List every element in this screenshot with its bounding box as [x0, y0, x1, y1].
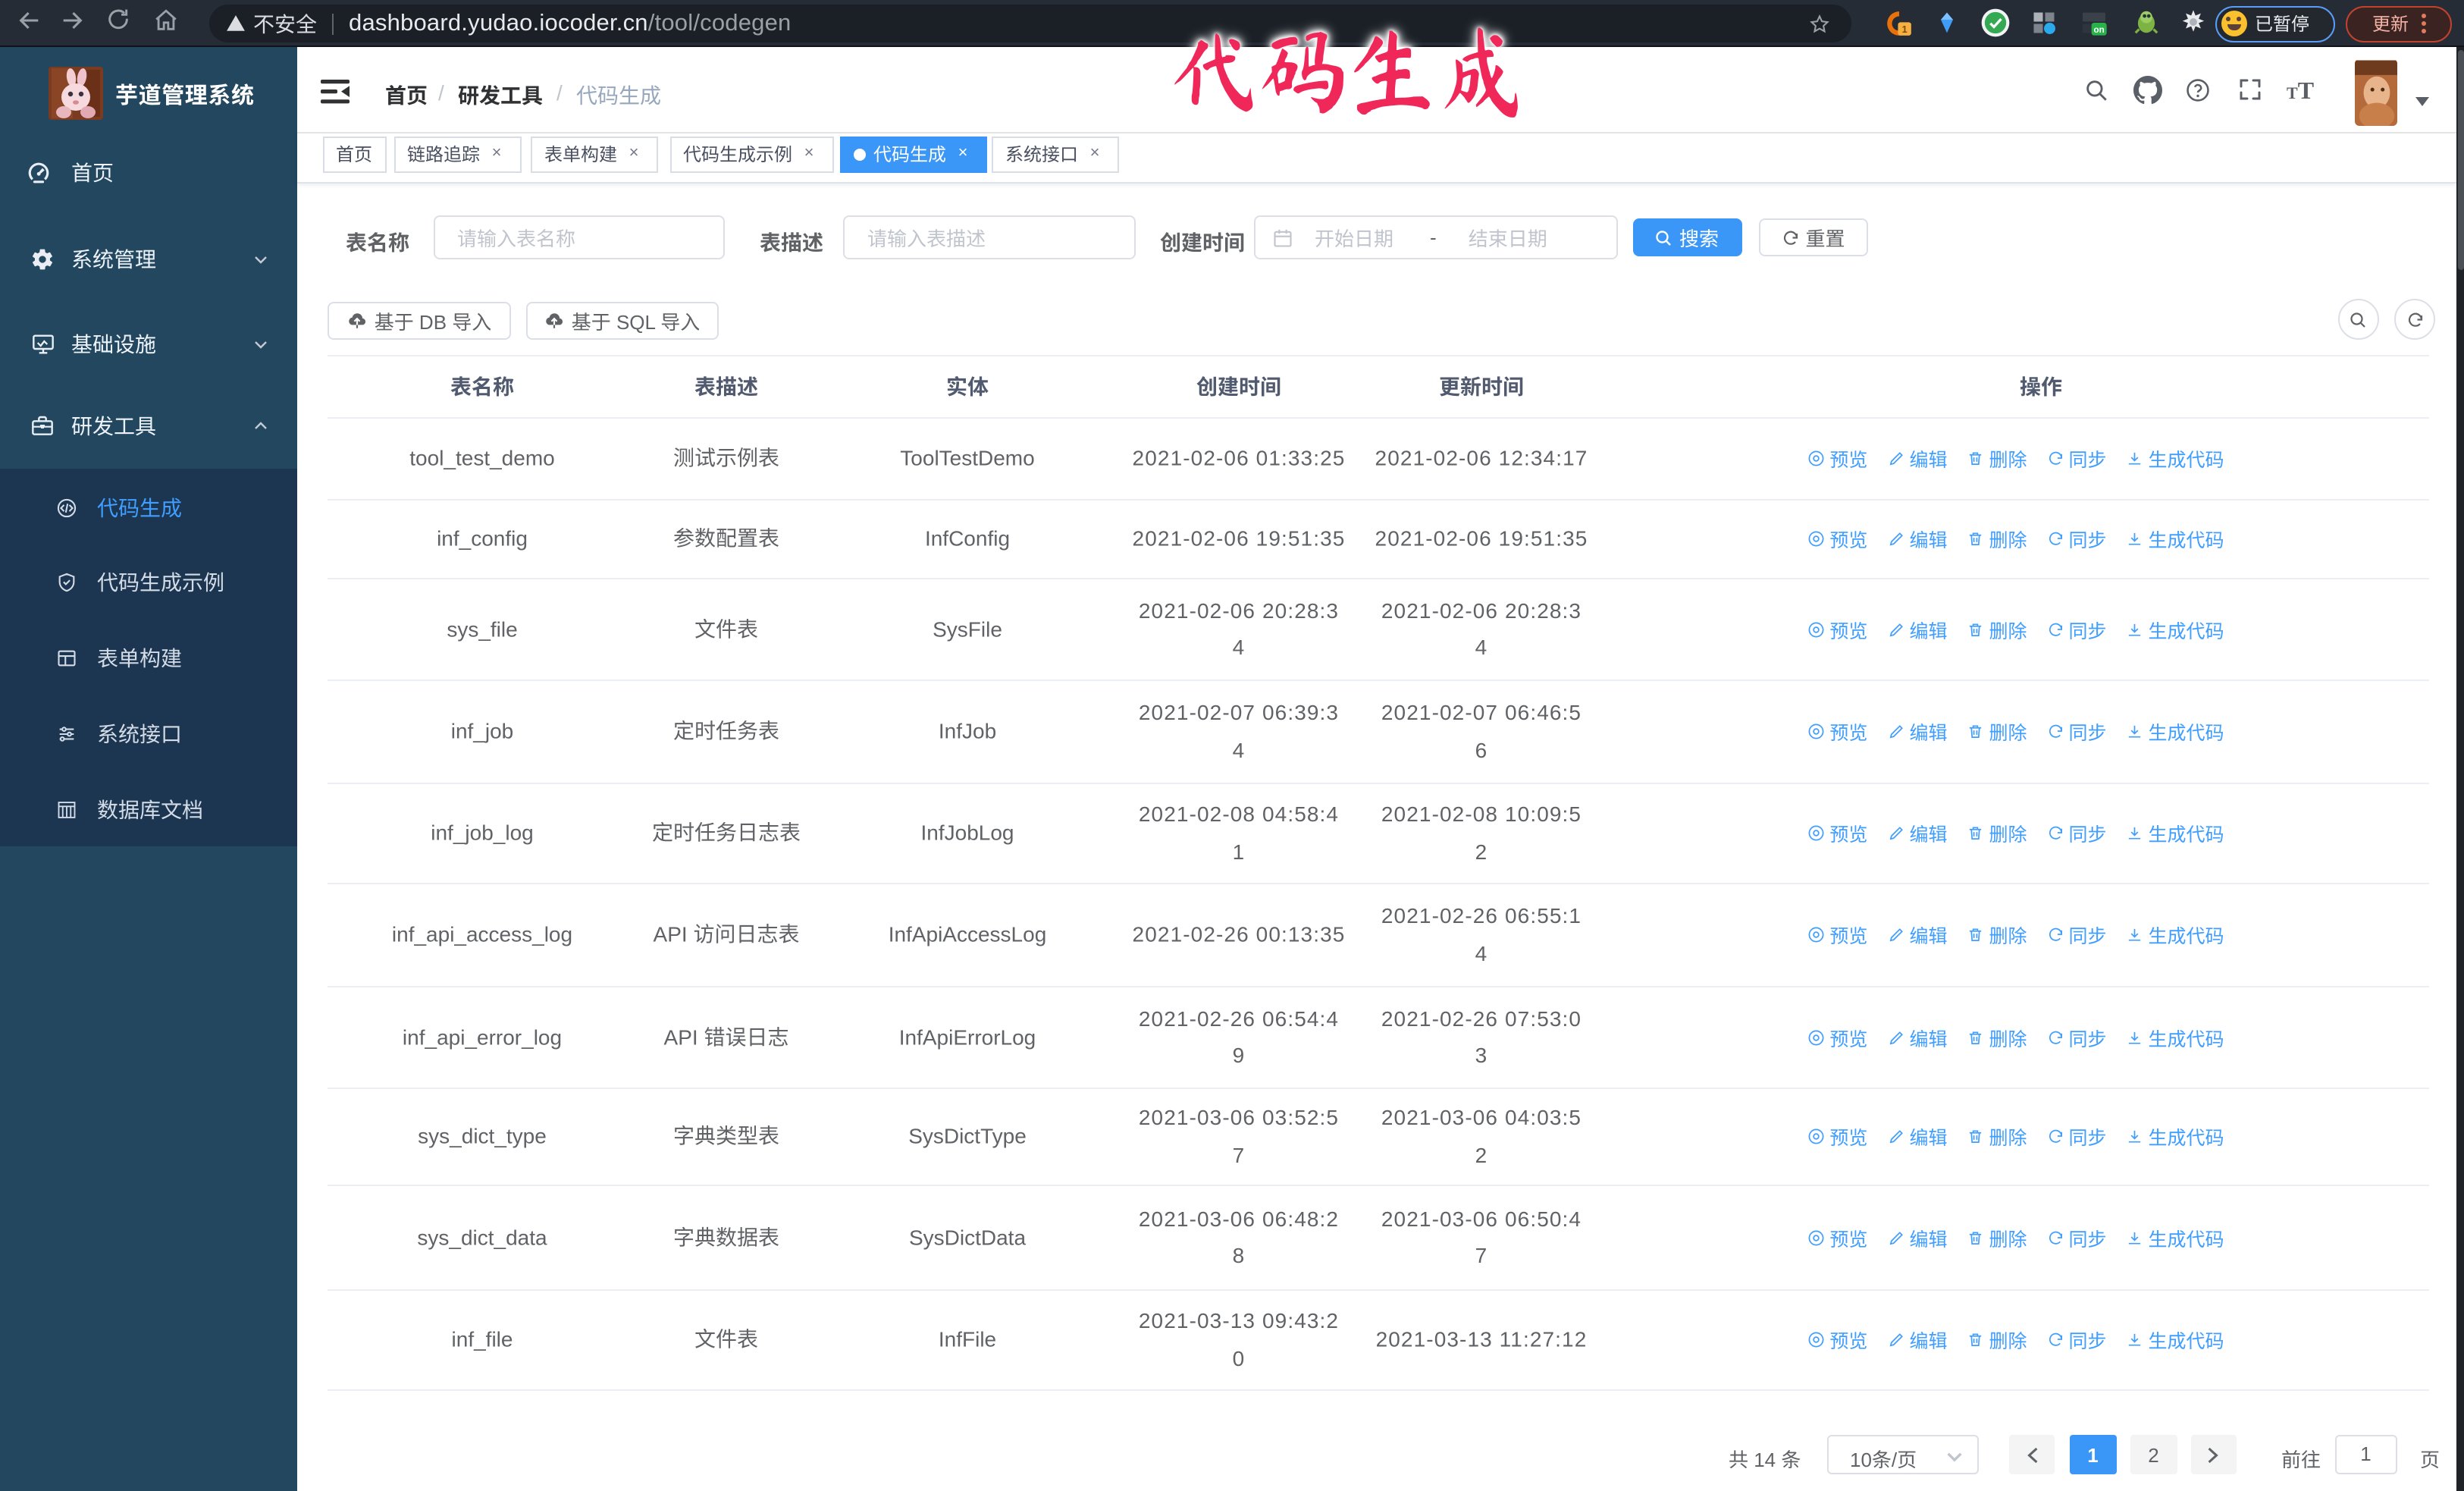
svg-text:on: on: [2094, 25, 2105, 35]
svg-text:1: 1: [1902, 24, 1908, 35]
